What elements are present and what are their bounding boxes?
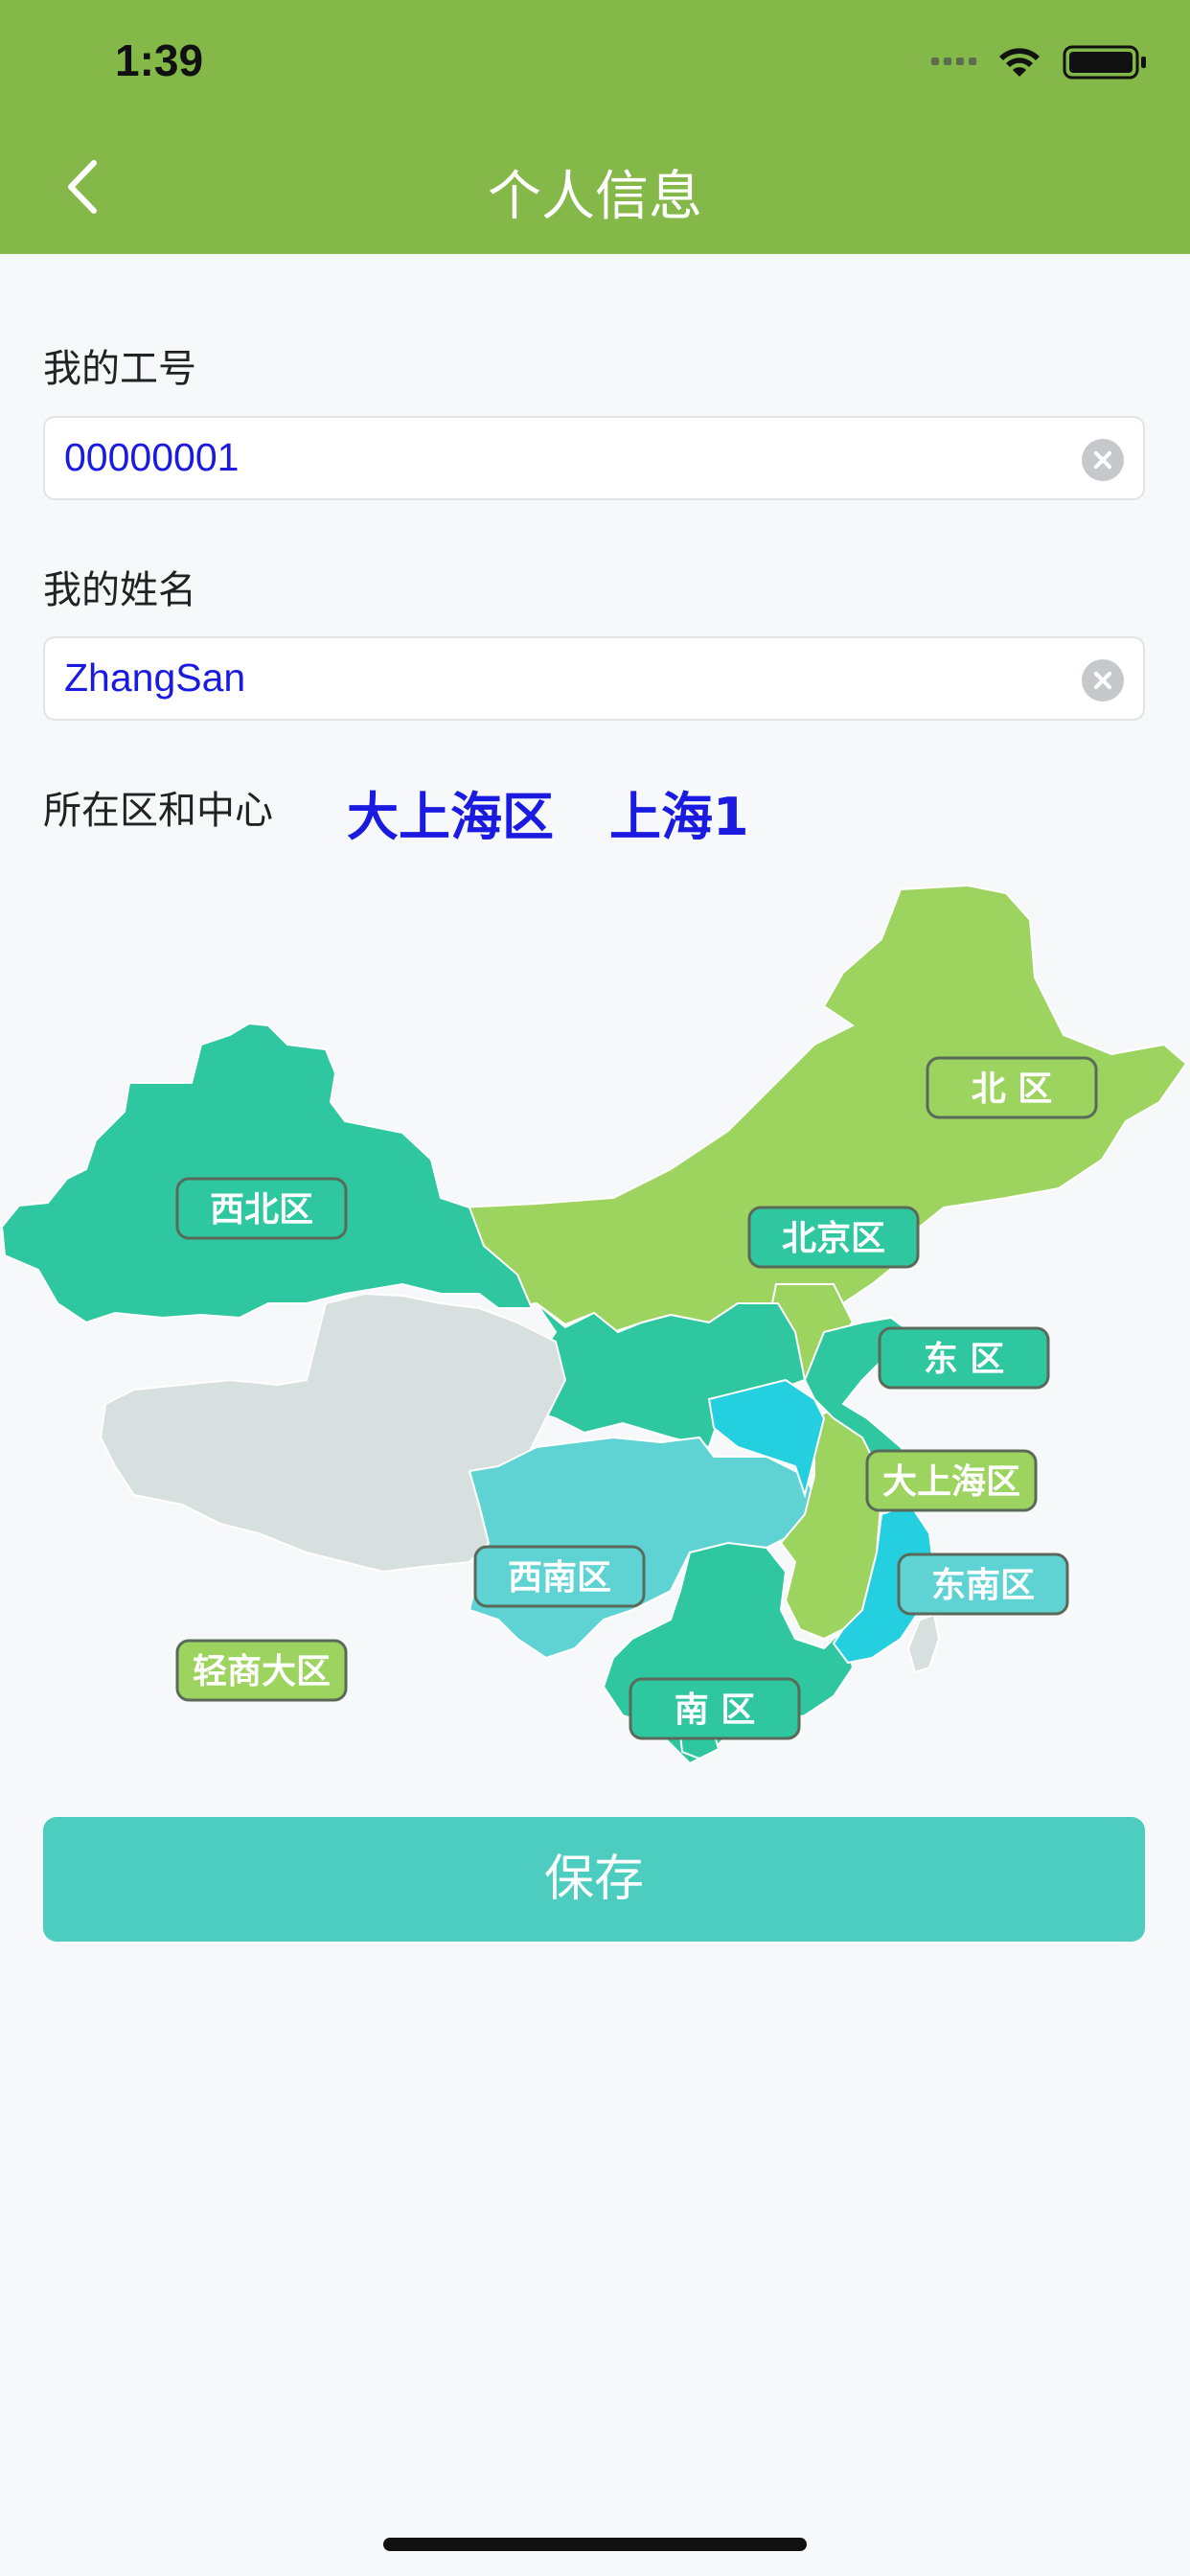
status-time: 1:39 <box>115 35 204 85</box>
region-value: 大上海区 <box>347 787 554 847</box>
name-label: 我的姓名 <box>43 568 196 612</box>
status-icons <box>931 45 1146 80</box>
employee-id-label: 我的工号 <box>43 347 196 391</box>
map-label-northwest[interactable]: 西北区 <box>175 1177 348 1240</box>
clear-icon[interactable] <box>1082 659 1124 702</box>
svg-text:南 区: 南 区 <box>675 1690 756 1730</box>
name-value[interactable]: ZhangSan <box>64 656 245 701</box>
svg-text:东南区: 东南区 <box>931 1566 1035 1605</box>
svg-text:北 区: 北 区 <box>972 1070 1053 1109</box>
center-value: 上海1 <box>609 787 749 847</box>
signal-icon <box>931 58 976 65</box>
map-region-northwest <box>0 1022 534 1324</box>
china-region-map[interactable]: 北 区 西北区 北京区 东 区 大上海区 西南区 东南区 轻商大区 南 区 <box>0 882 1190 1763</box>
map-region-taiwan <box>906 1613 941 1674</box>
map-label-shanghai[interactable]: 大上海区 <box>865 1449 1038 1512</box>
map-label-southeast[interactable]: 东南区 <box>897 1552 1069 1616</box>
page-title: 个人信息 <box>488 166 702 228</box>
map-label-east[interactable]: 东 区 <box>878 1326 1050 1390</box>
employee-id-value[interactable]: 00000001 <box>64 435 239 480</box>
svg-text:西南区: 西南区 <box>508 1558 611 1598</box>
save-button[interactable]: 保存 <box>43 1817 1145 1942</box>
nav-bar: 1:39 个人信息 <box>0 0 1190 254</box>
map-label-north[interactable]: 北 区 <box>926 1056 1098 1119</box>
map-label-beijing[interactable]: 北京区 <box>747 1206 920 1269</box>
wifi-icon <box>999 48 1040 77</box>
svg-text:轻商大区: 轻商大区 <box>193 1652 331 1691</box>
region-label: 所在区和中心 <box>43 789 273 833</box>
svg-text:北京区: 北京区 <box>782 1218 885 1258</box>
map-label-south[interactable]: 南 区 <box>629 1677 801 1740</box>
employee-id-field[interactable]: 00000001 <box>43 416 1145 500</box>
svg-text:大上海区: 大上海区 <box>882 1462 1020 1502</box>
home-indicator <box>383 2538 807 2551</box>
svg-text:东 区: 东 区 <box>924 1340 1005 1379</box>
battery-icon <box>1063 45 1146 80</box>
clear-icon[interactable] <box>1082 439 1124 481</box>
name-field[interactable]: ZhangSan <box>43 636 1145 721</box>
svg-text:西北区: 西北区 <box>210 1190 313 1230</box>
map-label-southwest[interactable]: 西南区 <box>473 1545 646 1608</box>
map-label-light-business[interactable]: 轻商大区 <box>175 1639 348 1702</box>
